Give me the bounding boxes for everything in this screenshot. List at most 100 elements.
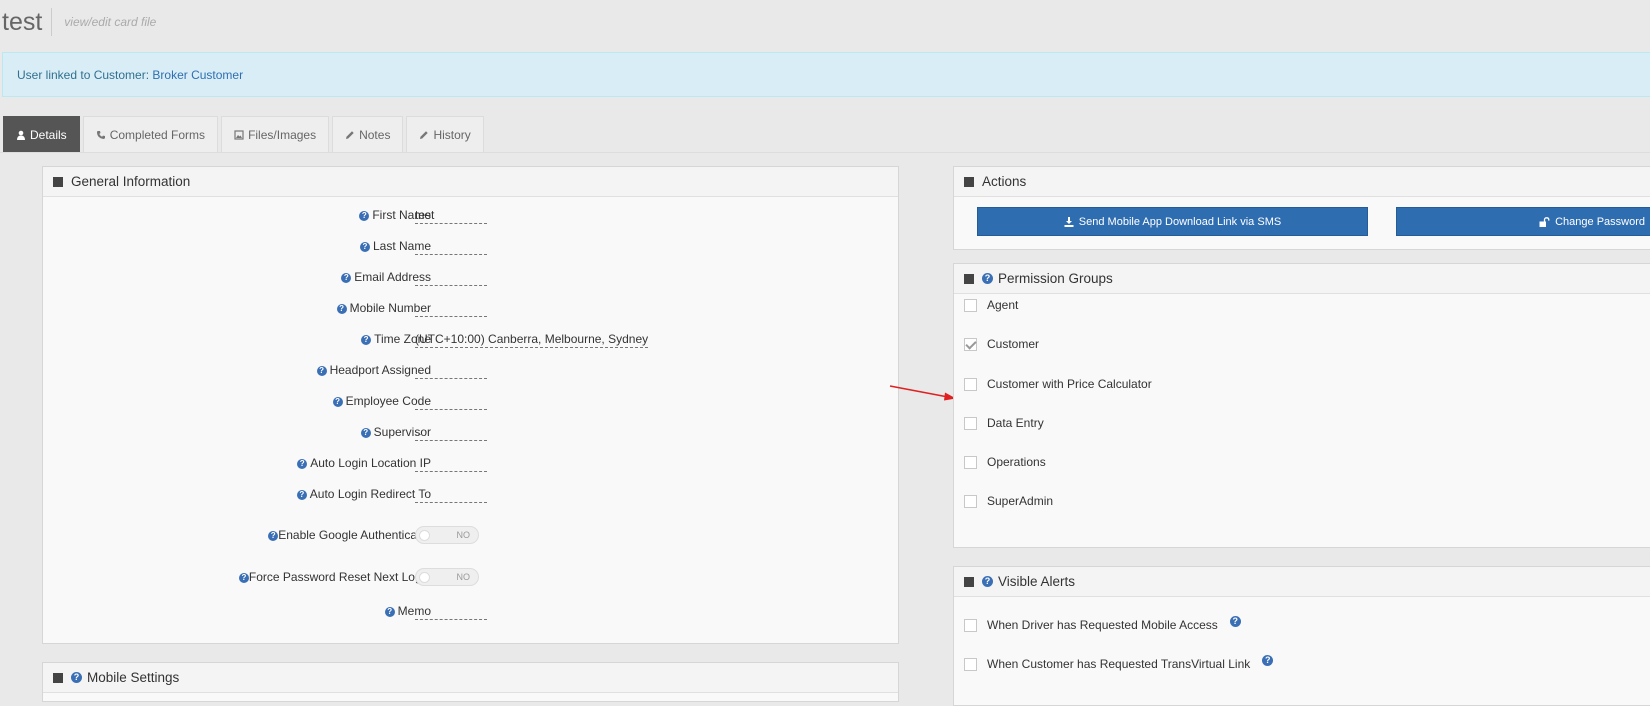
tab-completed-forms[interactable]: Completed Forms	[82, 116, 219, 152]
alert-label: When Driver has Requested Mobile Access	[987, 618, 1218, 632]
permission-label: SuperAdmin	[987, 494, 1054, 508]
tab-files-images[interactable]: Files/Images	[221, 116, 330, 152]
google-authenticator-label: ? Enable Google Authenticator	[268, 528, 431, 542]
mobile-settings-header: ? Mobile Settings	[43, 663, 898, 693]
mobile-number-field[interactable]	[415, 301, 487, 317]
help-icon[interactable]: ?	[360, 428, 371, 438]
tab-history-label: History	[433, 127, 471, 142]
visible-alerts-header: ? Visible Alerts	[954, 567, 1650, 597]
mobile-settings-panel: ? Mobile Settings	[42, 662, 899, 702]
tab-notes[interactable]: Notes	[332, 116, 404, 152]
checkbox[interactable]	[964, 416, 977, 430]
tab-details[interactable]: Details	[3, 116, 80, 152]
auto-login-location-ip-field[interactable]	[415, 456, 487, 472]
general-information-panel: General Information ? First Name test ? La…	[42, 166, 899, 644]
tab-files-images-label: Files/Images	[248, 127, 317, 142]
headport-assigned-label: ? Headport Assigned	[316, 363, 431, 377]
tab-details-label: Details	[30, 127, 67, 142]
send-app-link-button[interactable]: Send Mobile App Download Link via SMS	[977, 207, 1368, 236]
alert-text: User linked to Customer:	[17, 68, 150, 82]
help-icon[interactable]: ?	[384, 607, 395, 617]
permission-label: Agent	[987, 298, 1019, 312]
tab-history[interactable]: History	[406, 116, 484, 152]
checkbox[interactable]	[964, 494, 977, 508]
employee-code-field[interactable]	[415, 394, 487, 410]
permission-operations[interactable]: Operations	[964, 455, 1046, 469]
headport-assigned-field[interactable]: ...	[415, 363, 487, 379]
broker-customer-link[interactable]: Broker Customer	[152, 68, 243, 82]
mobile-settings-title: Mobile Settings	[87, 670, 180, 685]
general-information-header: General Information	[43, 167, 898, 197]
unlock-icon	[1539, 216, 1550, 227]
permission-superadmin[interactable]: SuperAdmin	[964, 494, 1053, 508]
tab-completed-forms-label: Completed Forms	[109, 127, 206, 142]
google-authenticator-toggle[interactable]: NO	[415, 526, 479, 544]
checkbox[interactable]	[964, 298, 977, 312]
help-icon[interactable]: ?	[359, 242, 370, 252]
panel-square-icon	[964, 273, 974, 284]
send-app-link-label: Send Mobile App Download Link via SMS	[1078, 215, 1282, 228]
annotation-arrow-icon	[889, 385, 956, 401]
alert-label: When Customer has Requested TransVirtual…	[987, 657, 1251, 671]
help-icon[interactable]: ?	[1262, 654, 1274, 666]
permission-label: Operations	[987, 455, 1046, 469]
change-password-button[interactable]: Change Password	[1396, 207, 1650, 236]
checkbox[interactable]	[964, 377, 977, 391]
auto-login-redirect-field[interactable]	[415, 487, 487, 503]
permission-groups-panel: ? Permission Groups Agent Customer Custo…	[953, 263, 1650, 548]
tab-bar: Details Completed Forms Files/Images Not…	[3, 116, 487, 152]
help-icon[interactable]: ?	[361, 335, 372, 345]
permission-agent[interactable]: Agent	[964, 298, 1018, 312]
checkbox[interactable]	[964, 455, 977, 469]
help-icon[interactable]: ?	[297, 459, 308, 469]
help-icon[interactable]: ?	[332, 397, 343, 407]
tabs-divider	[0, 152, 1650, 153]
help-icon[interactable]: ?	[238, 573, 249, 583]
page-subtitle: view/edit card file	[64, 15, 157, 29]
alert-driver-mobile-access[interactable]: When Driver has Requested Mobile Access …	[964, 615, 1246, 632]
help-icon[interactable]: ?	[341, 273, 352, 283]
panel-square-icon	[53, 176, 63, 187]
checkbox-checked[interactable]	[964, 337, 977, 351]
actions-panel: Actions Send Mobile App Download Link vi…	[953, 166, 1650, 250]
last-name-field[interactable]	[415, 239, 487, 255]
time-zone-field[interactable]: (UTC+10:00) Canberra, Melbourne, Sydney	[415, 332, 649, 348]
supervisor-field[interactable]: ...	[415, 425, 487, 441]
help-icon[interactable]: ?	[982, 273, 993, 284]
first-name-field[interactable]: test	[415, 208, 487, 224]
alert-customer-transvirtual-link[interactable]: When Customer has Requested TransVirtual…	[964, 654, 1278, 671]
help-icon[interactable]: ?	[316, 366, 327, 376]
auto-login-redirect-label: ? Auto Login Redirect To	[296, 487, 431, 501]
help-icon[interactable]: ?	[1229, 615, 1241, 627]
help-icon[interactable]: ?	[336, 304, 347, 314]
memo-field[interactable]	[415, 604, 487, 620]
toggle-state: NO	[456, 530, 471, 540]
help-icon[interactable]: ?	[71, 672, 82, 683]
visible-alerts-title: Visible Alerts	[998, 574, 1076, 589]
linked-customer-alert: User linked to Customer: Broker Customer	[2, 52, 1650, 97]
phone-icon	[96, 130, 105, 139]
page-title: test	[2, 7, 43, 36]
permission-data-entry[interactable]: Data Entry	[964, 416, 1044, 430]
actions-title: Actions	[982, 174, 1027, 189]
panel-square-icon	[964, 576, 974, 587]
page-header: test view/edit card file	[0, 0, 156, 44]
help-icon[interactable]: ?	[982, 576, 993, 587]
checkbox[interactable]	[964, 657, 977, 671]
help-icon[interactable]: ?	[268, 531, 279, 541]
visible-alerts-panel: ? Visible Alerts When Driver has Request…	[953, 566, 1650, 706]
checkbox[interactable]	[964, 618, 977, 632]
help-icon[interactable]: ?	[296, 490, 307, 500]
permission-label: Customer	[987, 337, 1040, 351]
general-information-title: General Information	[71, 174, 191, 189]
image-icon	[234, 129, 244, 140]
permission-customer[interactable]: Customer	[964, 337, 1039, 351]
download-icon	[1064, 216, 1074, 227]
email-address-field[interactable]	[415, 270, 487, 286]
help-icon[interactable]: ?	[359, 211, 370, 221]
header-divider	[51, 8, 53, 36]
permission-customer-price-calculator[interactable]: Customer with Price Calculator	[964, 377, 1152, 391]
toggle-knob	[419, 530, 430, 541]
force-password-reset-toggle[interactable]: NO	[415, 568, 479, 586]
permission-groups-title: Permission Groups	[998, 271, 1113, 286]
